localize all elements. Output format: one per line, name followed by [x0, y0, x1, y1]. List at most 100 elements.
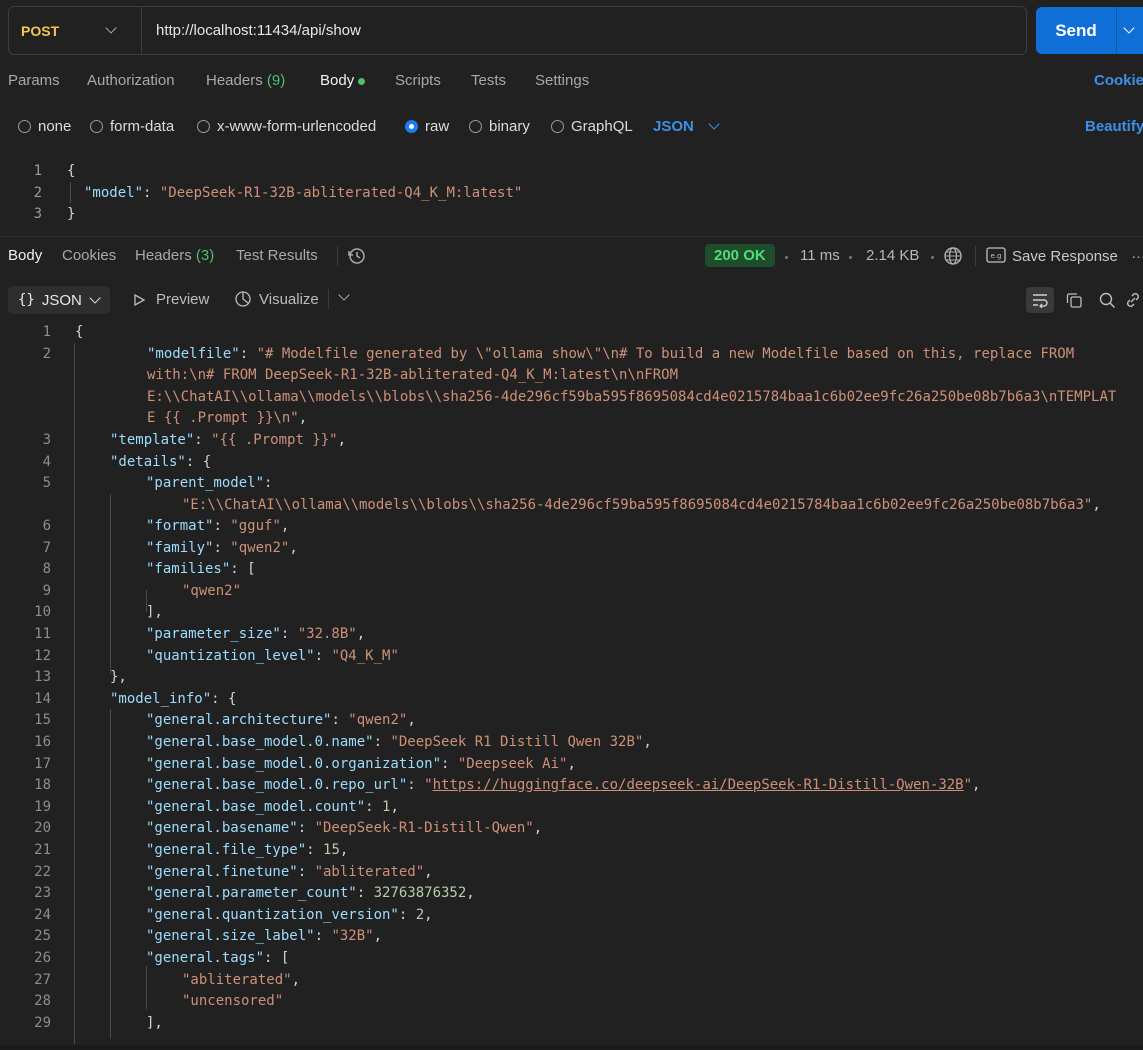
json-punct: , — [339, 842, 349, 858]
line-number: 3 — [33, 206, 42, 222]
json-punct: , — [407, 712, 416, 728]
json-number: 32763876352 — [373, 885, 467, 901]
json-key: "general.architecture" — [146, 712, 332, 728]
json-string: "qwen2" — [230, 540, 290, 556]
code-text: ], — [146, 604, 163, 620]
radio-raw[interactable]: raw — [405, 118, 449, 135]
code-line: 3 "template": "{{ .Prompt }}", — [0, 432, 1143, 454]
tab-tests[interactable]: Tests — [471, 72, 506, 89]
response-body-viewer[interactable]: 1{2 "modelfile": "# Modelfile generated b… — [0, 324, 1143, 1044]
code-text: "general.tags": [ — [146, 950, 289, 966]
json-punct: , — [373, 928, 383, 944]
tab-body-label: Body — [320, 72, 355, 89]
globe-icon[interactable] — [943, 246, 963, 270]
json-punct: : — [264, 475, 273, 491]
json-punct: , — [291, 972, 301, 988]
code-line: 5 "parent_model": — [0, 475, 1143, 497]
send-button[interactable]: Send — [1036, 7, 1143, 54]
beautify-button[interactable]: Beautify — [1085, 118, 1143, 135]
tab-body[interactable]: Body — [320, 72, 366, 89]
search-icon[interactable] — [1093, 287, 1121, 313]
line-number: 13 — [34, 669, 51, 685]
response-headers-count: (3) — [195, 247, 215, 264]
radio-binary[interactable]: binary — [469, 118, 530, 135]
radio-circle-icon — [469, 120, 482, 133]
code-line: 1{ — [0, 324, 1143, 346]
line-number: 3 — [42, 432, 51, 448]
method-select[interactable]: POST — [9, 7, 142, 54]
code-line: 13}, — [0, 669, 1143, 691]
tab-params[interactable]: Params — [8, 72, 60, 89]
tab-settings[interactable]: Settings — [535, 72, 589, 89]
json-punct: , — [424, 864, 433, 880]
chevron-down-icon[interactable] — [1123, 22, 1135, 34]
tab-scripts[interactable]: Scripts — [395, 72, 441, 89]
radio-none[interactable]: none — [18, 118, 71, 135]
radio-circle-icon — [18, 120, 31, 133]
response-tabs: Body Cookies Headers (3) Test Results 20… — [8, 244, 1143, 270]
code-text: "general.base_model.0.name": "DeepSeek R… — [146, 734, 652, 750]
link-icon[interactable] — [1124, 287, 1143, 313]
json-punct: : — [398, 907, 416, 923]
json-string: "E:\\ChatAI\\ollama\\models\\blobs\\sha2… — [182, 497, 1093, 513]
json-key: "families" — [146, 561, 231, 577]
json-punct: : — [306, 842, 324, 858]
code-line: 27 "abliterated", — [0, 972, 1143, 994]
cookies-link[interactable]: Cookie — [1094, 72, 1143, 89]
json-punct: , — [289, 540, 298, 556]
radio-urlencoded-label: x-www-form-urlencoded — [217, 118, 377, 135]
radio-graphql[interactable]: GraphQL — [551, 118, 633, 135]
json-punct: : — [194, 432, 212, 448]
tab-response-headers[interactable]: Headers (3) — [135, 247, 214, 264]
code-line: "E:\\ChatAI\\ollama\\models\\blobs\\sha2… — [0, 497, 1143, 519]
request-body-editor[interactable]: 1 { 2 "model": "DeepSeek-R1-32B-ablitera… — [0, 160, 1143, 230]
visualize-button[interactable]: Visualize — [234, 290, 319, 308]
braces-icon: {} — [18, 292, 35, 308]
radio-form-data[interactable]: form-data — [90, 118, 174, 135]
response-view-toolbar: {} JSON Preview Visualize — [8, 286, 1143, 314]
line-number: 4 — [42, 454, 51, 470]
json-punct: : { — [185, 454, 212, 470]
code-text: "families": [ — [146, 561, 256, 577]
url-input[interactable]: http://localhost:11434/api/show — [142, 22, 361, 39]
line-number: 22 — [34, 864, 51, 880]
separator-dot — [785, 256, 788, 259]
tab-test-results[interactable]: Test Results — [236, 247, 318, 264]
tab-response-body[interactable]: Body — [8, 247, 42, 264]
json-key: "modelfile" — [147, 346, 240, 362]
tab-headers[interactable]: Headers (9) — [206, 72, 285, 89]
response-format-select[interactable]: {} JSON — [8, 286, 110, 314]
code-line: "model": "DeepSeek-R1-32B-abliterated-Q4… — [84, 185, 522, 201]
json-punct: , — [1092, 497, 1101, 513]
code-text: "family": "qwen2", — [146, 540, 298, 556]
code-line: 25 "general.size_label": "32B", — [0, 928, 1143, 950]
chevron-down-icon[interactable] — [338, 289, 350, 301]
preview-button[interactable]: Preview — [132, 291, 209, 308]
json-number: 2 — [415, 907, 425, 923]
chevron-down-icon — [105, 22, 117, 34]
tab-response-cookies[interactable]: Cookies — [62, 247, 116, 264]
more-options-icon[interactable]: … — [1131, 245, 1143, 262]
json-string: "DeepSeek R1 Distill Qwen 32B" — [390, 734, 644, 750]
preview-label: Preview — [156, 291, 210, 308]
json-punct: { — [75, 324, 84, 340]
radio-form-data-label: form-data — [110, 118, 175, 135]
code-line: E {{ .Prompt }}\n", — [0, 410, 1143, 432]
line-number: 17 — [34, 756, 51, 772]
tab-authorization[interactable]: Authorization — [87, 72, 175, 89]
format-label: JSON — [653, 118, 694, 135]
json-string: with:\n# FROM DeepSeek-R1-32B-abliterate… — [147, 367, 679, 383]
line-number: 19 — [34, 799, 51, 815]
json-key: "general.base_model.0.repo_url" — [146, 777, 408, 793]
json-punct: }, — [110, 669, 127, 685]
wrap-lines-icon[interactable] — [1026, 287, 1054, 313]
radio-circle-icon — [197, 120, 210, 133]
format-select[interactable]: JSON — [653, 118, 720, 135]
json-punct: ], — [146, 604, 163, 620]
json-punct: , — [280, 518, 290, 534]
json-link[interactable]: https://huggingface.co/deepseek-ai/DeepS… — [433, 777, 964, 793]
history-icon[interactable] — [347, 246, 367, 270]
save-response-button[interactable]: e.g Save Response — [986, 247, 1118, 265]
copy-icon[interactable] — [1060, 287, 1088, 313]
radio-urlencoded[interactable]: x-www-form-urlencoded — [197, 118, 376, 135]
